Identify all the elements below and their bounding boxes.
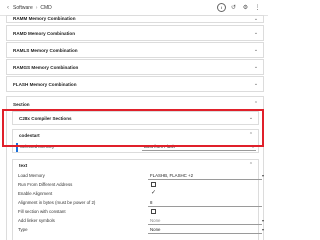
section-title: RAMD Memory Combination	[13, 31, 76, 36]
breadcrumb-item-software[interactable]: Software	[13, 5, 33, 11]
chevron-down-icon[interactable]: ⌄	[253, 64, 259, 70]
run-from-different-address-checkbox[interactable]	[151, 182, 156, 187]
chevron-down-icon[interactable]: ⌄	[253, 16, 259, 22]
alignment-bytes-label: Alignment in bytes (must be power of 2)	[18, 200, 96, 205]
run-from-different-address-row: Run From Different Address	[18, 181, 264, 189]
fill-section-label: Fill section with constant	[18, 209, 66, 214]
type-label: Type	[18, 227, 28, 232]
section-ramm[interactable]: RAMM Memory Combination ⌄	[6, 15, 264, 23]
section-flash[interactable]: FLASH Memory Combination ⌄	[6, 76, 264, 92]
enable-alignment-label: Enable Alignment	[18, 191, 53, 196]
fill-section-row: Fill section with constant	[18, 208, 264, 216]
dropdown-arrow-icon[interactable]: ▾	[262, 173, 264, 178]
dropdown-arrow-icon[interactable]: ▾	[262, 227, 264, 232]
chevron-left-icon[interactable]: ‹	[7, 5, 9, 11]
info-icon[interactable]: i	[217, 3, 226, 12]
select-underline	[148, 233, 262, 234]
section-title: Section	[13, 102, 30, 107]
breadcrumb: ‹ Software › CMD	[7, 4, 52, 12]
chevron-down-icon[interactable]: ⌄	[253, 47, 259, 53]
add-linker-symbols-select[interactable]: None	[150, 218, 161, 223]
load-memory-label: Load Memory	[18, 173, 45, 178]
section-title: FLASH Memory Combination	[13, 82, 77, 87]
alignment-bytes-row: Alignment in bytes (must be power of 2) …	[18, 199, 264, 207]
chevron-down-icon[interactable]: ⌄	[253, 30, 259, 36]
section-title: RAMGS Memory Combination	[13, 65, 79, 70]
more-icon[interactable]: ⋮	[253, 3, 262, 12]
section-title: text	[19, 163, 28, 168]
history-icon[interactable]: ↺	[229, 3, 238, 12]
add-linker-symbols-row: Add linker symbols None ▾	[18, 217, 264, 225]
type-row: Type None ▾	[18, 226, 264, 234]
add-linker-symbols-label: Add linker symbols	[18, 218, 55, 223]
settings-icon[interactable]: ⚙	[241, 3, 250, 12]
chevron-up-icon[interactable]: ⌃	[248, 162, 254, 168]
enable-alignment-checkbox[interactable]: ✓	[151, 190, 156, 196]
section-ramls[interactable]: RAMLS Memory Combination ⌄	[6, 42, 264, 58]
breadcrumb-item-cmd: CMD	[40, 5, 52, 11]
section-text: text ⌃ Load Memory FLASHB, FLASHC +2 ▾ R…	[12, 159, 264, 240]
breadcrumb-separator: ›	[35, 5, 38, 11]
type-select[interactable]: None	[150, 227, 161, 232]
toolbar: i ↺ ⚙ ⋮	[214, 3, 262, 12]
chevron-down-icon[interactable]: ⌄	[253, 81, 259, 87]
select-underline	[148, 179, 262, 180]
top-bar: ‹ Software › CMD i ↺ ⚙ ⋮	[0, 0, 268, 16]
load-memory-row: Load Memory FLASHB, FLASHC +2 ▾	[18, 172, 264, 180]
run-from-different-address-label: Run From Different Address	[18, 182, 73, 187]
select-underline	[148, 224, 262, 225]
chevron-up-icon[interactable]: ⌃	[253, 101, 259, 107]
section-title: RAMLS Memory Combination	[13, 48, 78, 53]
section-ramd[interactable]: RAMD Memory Combination ⌄	[6, 25, 264, 41]
load-memory-select[interactable]: FLASHB, FLASHC +2	[150, 173, 193, 178]
dropdown-arrow-icon[interactable]: ▾	[262, 218, 264, 223]
section-ramgs[interactable]: RAMGS Memory Combination ⌄	[6, 59, 264, 75]
highlight-box	[2, 109, 264, 147]
enable-alignment-row: Enable Alignment ✓	[18, 190, 264, 198]
select-underline	[142, 150, 256, 151]
input-underline	[148, 206, 262, 207]
fill-section-checkbox[interactable]	[151, 209, 156, 214]
alignment-bytes-input[interactable]: 8	[150, 200, 152, 205]
section-title: RAMM Memory Combination	[13, 16, 76, 21]
